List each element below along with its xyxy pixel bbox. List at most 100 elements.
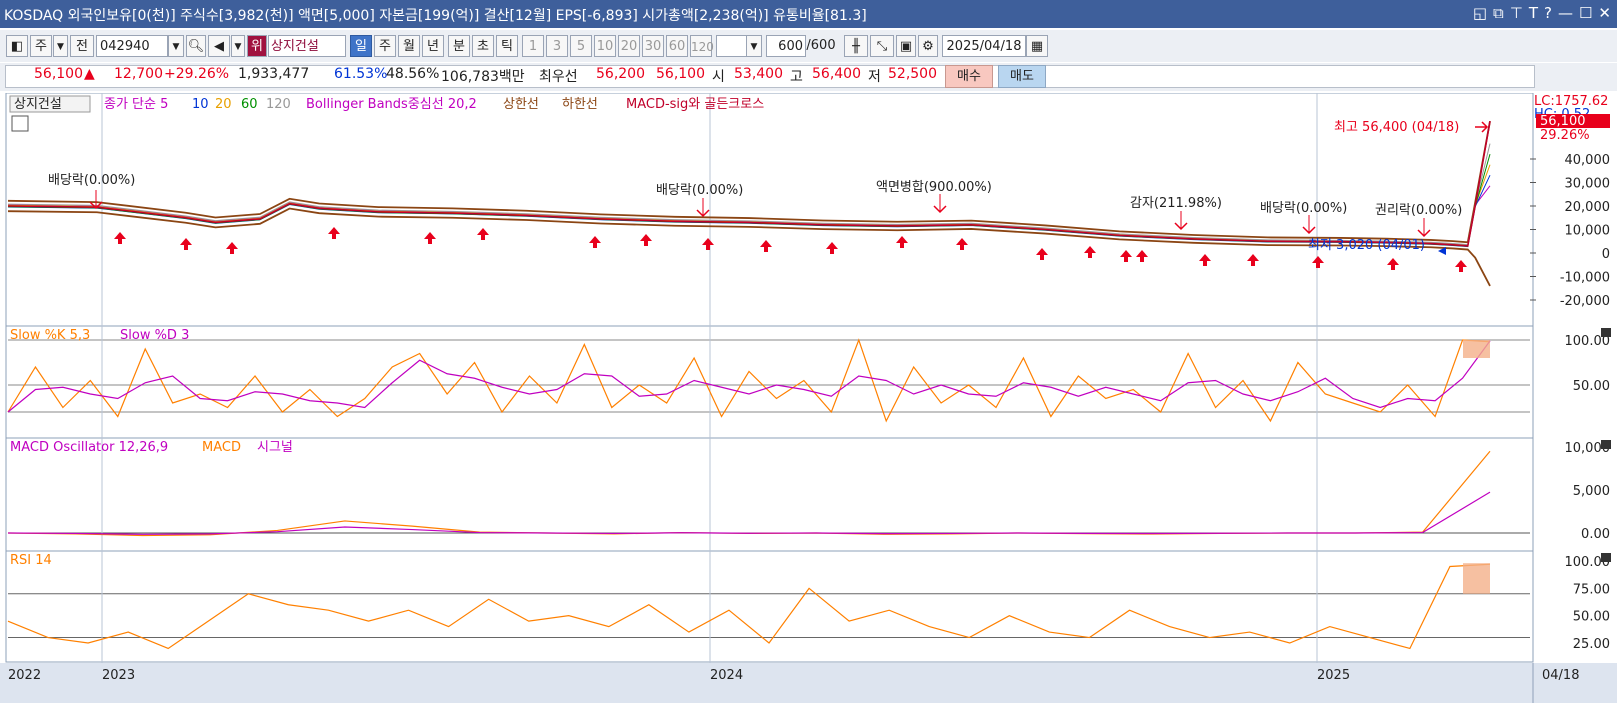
- y-tick-label: 5,000: [1573, 484, 1610, 499]
- turnover-rate: 48.56%: [386, 66, 440, 82]
- price-tag-text: 56,100: [1540, 114, 1586, 129]
- close-pane-icon[interactable]: [1601, 553, 1611, 562]
- interval-30[interactable]: 30: [642, 35, 664, 57]
- legend-macd-osc: MACD Oscillator 12,26,9: [10, 440, 168, 455]
- chevron-down-icon[interactable]: ▼: [746, 35, 762, 57]
- event-annotation: 액면병합(900.00%): [876, 180, 992, 195]
- title-bar: KOSDAQ 외국인보유[0(천)] 주식수[3,982(천)] 액면[5,00…: [0, 0, 1617, 28]
- period-unit-select[interactable]: 주: [30, 35, 52, 57]
- open-price: 53,400: [734, 66, 783, 82]
- legend-ma-20: 20: [215, 97, 232, 112]
- save-icon[interactable]: ▣: [896, 35, 916, 57]
- y-tick-label: 30,000: [1565, 177, 1611, 192]
- low-note: 최저 3,020 (04/01): [1308, 238, 1425, 253]
- legend-signal: 시그널: [257, 440, 293, 455]
- legend-ma-120: 120: [266, 97, 291, 112]
- bid-price: 56,100: [656, 66, 705, 82]
- period-week-tab[interactable]: 주: [374, 35, 396, 57]
- legend-macd: MACD: [202, 440, 241, 455]
- current-price: 56,100: [34, 66, 83, 82]
- period-day-tab[interactable]: 일: [350, 35, 372, 57]
- chevron-down-icon[interactable]: ▼: [53, 35, 68, 57]
- chart-type-icon[interactable]: ╫: [844, 35, 868, 57]
- interval-3[interactable]: 3: [546, 35, 568, 57]
- calendar-icon[interactable]: ▦: [1026, 35, 1048, 57]
- x-tick-label: 2023: [102, 668, 135, 683]
- interval-120[interactable]: 120: [690, 35, 714, 57]
- y-tick-label: -20,000: [1560, 294, 1610, 309]
- close-pane-icon[interactable]: [1601, 440, 1611, 449]
- date-input[interactable]: 2025/04/18: [942, 35, 1026, 57]
- buy-button[interactable]: 매수: [945, 65, 993, 88]
- chart-canvas[interactable]: 40,000 30,000 20,000 10,000 0 -10,000 -20,000 1…: [0, 92, 1617, 703]
- interval-5[interactable]: 5: [570, 35, 592, 57]
- x-axis-bar: [0, 663, 1617, 703]
- minimize-icon[interactable]: —: [1558, 4, 1573, 22]
- period-tick-tab[interactable]: 틱: [496, 35, 518, 57]
- panel-icon[interactable]: ◧: [6, 35, 28, 57]
- data-count-total: /600: [806, 38, 836, 53]
- layout-icon[interactable]: ◱: [1473, 4, 1487, 22]
- y-tick-label: 50.00: [1573, 610, 1610, 625]
- event-annotation: 배당락(0.00%): [48, 173, 135, 188]
- text-icon[interactable]: T: [1529, 4, 1538, 22]
- legend-bollinger: Bollinger Bands중심선 20,2: [306, 97, 477, 112]
- interval-1[interactable]: 1: [522, 35, 544, 57]
- interval-60[interactable]: 60: [666, 35, 688, 57]
- period-year-tab[interactable]: 년: [422, 35, 444, 57]
- period-month-tab[interactable]: 월: [398, 35, 420, 57]
- table-icon[interactable]: [11, 115, 29, 132]
- maximize-icon[interactable]: ☐: [1579, 4, 1592, 22]
- high-label: 고: [790, 69, 803, 85]
- stock-code-input[interactable]: 042940: [96, 35, 168, 57]
- event-annotation: 배당락(0.00%): [656, 183, 743, 198]
- close-pane-icon[interactable]: [1601, 328, 1611, 337]
- search-icon[interactable]: 🔍︎: [186, 35, 206, 57]
- help-icon[interactable]: ?: [1544, 4, 1552, 22]
- stock-name-field[interactable]: 상지건설: [268, 35, 346, 57]
- speaker-icon[interactable]: ◀: [208, 35, 230, 57]
- draw-tool-icon[interactable]: ⤡: [870, 35, 894, 57]
- chart-area[interactable]: 40,000 30,000 20,000 10,000 0 -10,000 -20,000 1…: [0, 92, 1617, 703]
- y-tick-label: 25.00: [1573, 637, 1610, 652]
- y-tick-label: 0: [1602, 247, 1610, 262]
- rsi-overbought-fill: [1463, 563, 1490, 594]
- change-rate: +29.26%: [164, 66, 230, 82]
- rank-badge[interactable]: 위: [247, 35, 267, 57]
- event-annotation: 권리락(0.00%): [1375, 203, 1462, 218]
- volume: 1,933,477: [238, 66, 310, 82]
- legend-stock: 상지건설: [14, 97, 62, 112]
- pct-tag: 29.26%: [1540, 128, 1590, 143]
- period-second-tab[interactable]: 초: [472, 35, 494, 57]
- duplicate-icon[interactable]: ⧉: [1493, 4, 1504, 22]
- data-count-input[interactable]: 600: [766, 35, 806, 57]
- y-tick-label: 75.00: [1573, 582, 1610, 597]
- pin-icon[interactable]: ⊤: [1510, 4, 1523, 22]
- x-tick-label: 04/18: [1542, 668, 1579, 683]
- legend-ma-10: 10: [192, 97, 209, 112]
- high-price: 56,400: [812, 66, 861, 82]
- interval-20[interactable]: 20: [618, 35, 640, 57]
- close-icon[interactable]: ✕: [1598, 4, 1611, 22]
- high-note: 최고 56,400 (04/18): [1334, 120, 1459, 135]
- event-annotation: 배당락(0.00%): [1260, 201, 1347, 216]
- y-tick-label: -10,000: [1560, 271, 1610, 286]
- legend-macd-sig: MACD-sig와 골든크로스: [626, 97, 764, 112]
- stoch-overbought-fill: [1463, 340, 1490, 358]
- volume-ratio: 61.53%: [334, 66, 388, 82]
- quote-bar: 56,100 ▲ 12,700 +29.26% 1,933,477 61.53%…: [0, 63, 1617, 91]
- chevron-down-icon[interactable]: ▼: [231, 35, 245, 57]
- up-arrow-icon: ▲: [84, 66, 95, 82]
- prev-button[interactable]: 전: [70, 35, 94, 57]
- y-tick-label: 0.00: [1581, 527, 1610, 542]
- legend-ma: 종가 단순 5: [104, 97, 168, 112]
- low-label: 저: [868, 69, 881, 85]
- gear-icon[interactable]: ⚙: [918, 35, 938, 57]
- toolbar: ◧ 주 ▼ 전 042940 ▼ 🔍︎ ◀ ▼ 위 상지건설 일 주 월 년 분…: [0, 30, 1617, 62]
- legend-rsi: RSI 14: [10, 553, 52, 568]
- chevron-down-icon[interactable]: ▼: [168, 35, 184, 57]
- trade-amount: 106,783백만: [441, 69, 525, 85]
- period-minute-tab[interactable]: 분: [448, 35, 470, 57]
- interval-10[interactable]: 10: [594, 35, 616, 57]
- sell-button[interactable]: 매도: [998, 65, 1046, 88]
